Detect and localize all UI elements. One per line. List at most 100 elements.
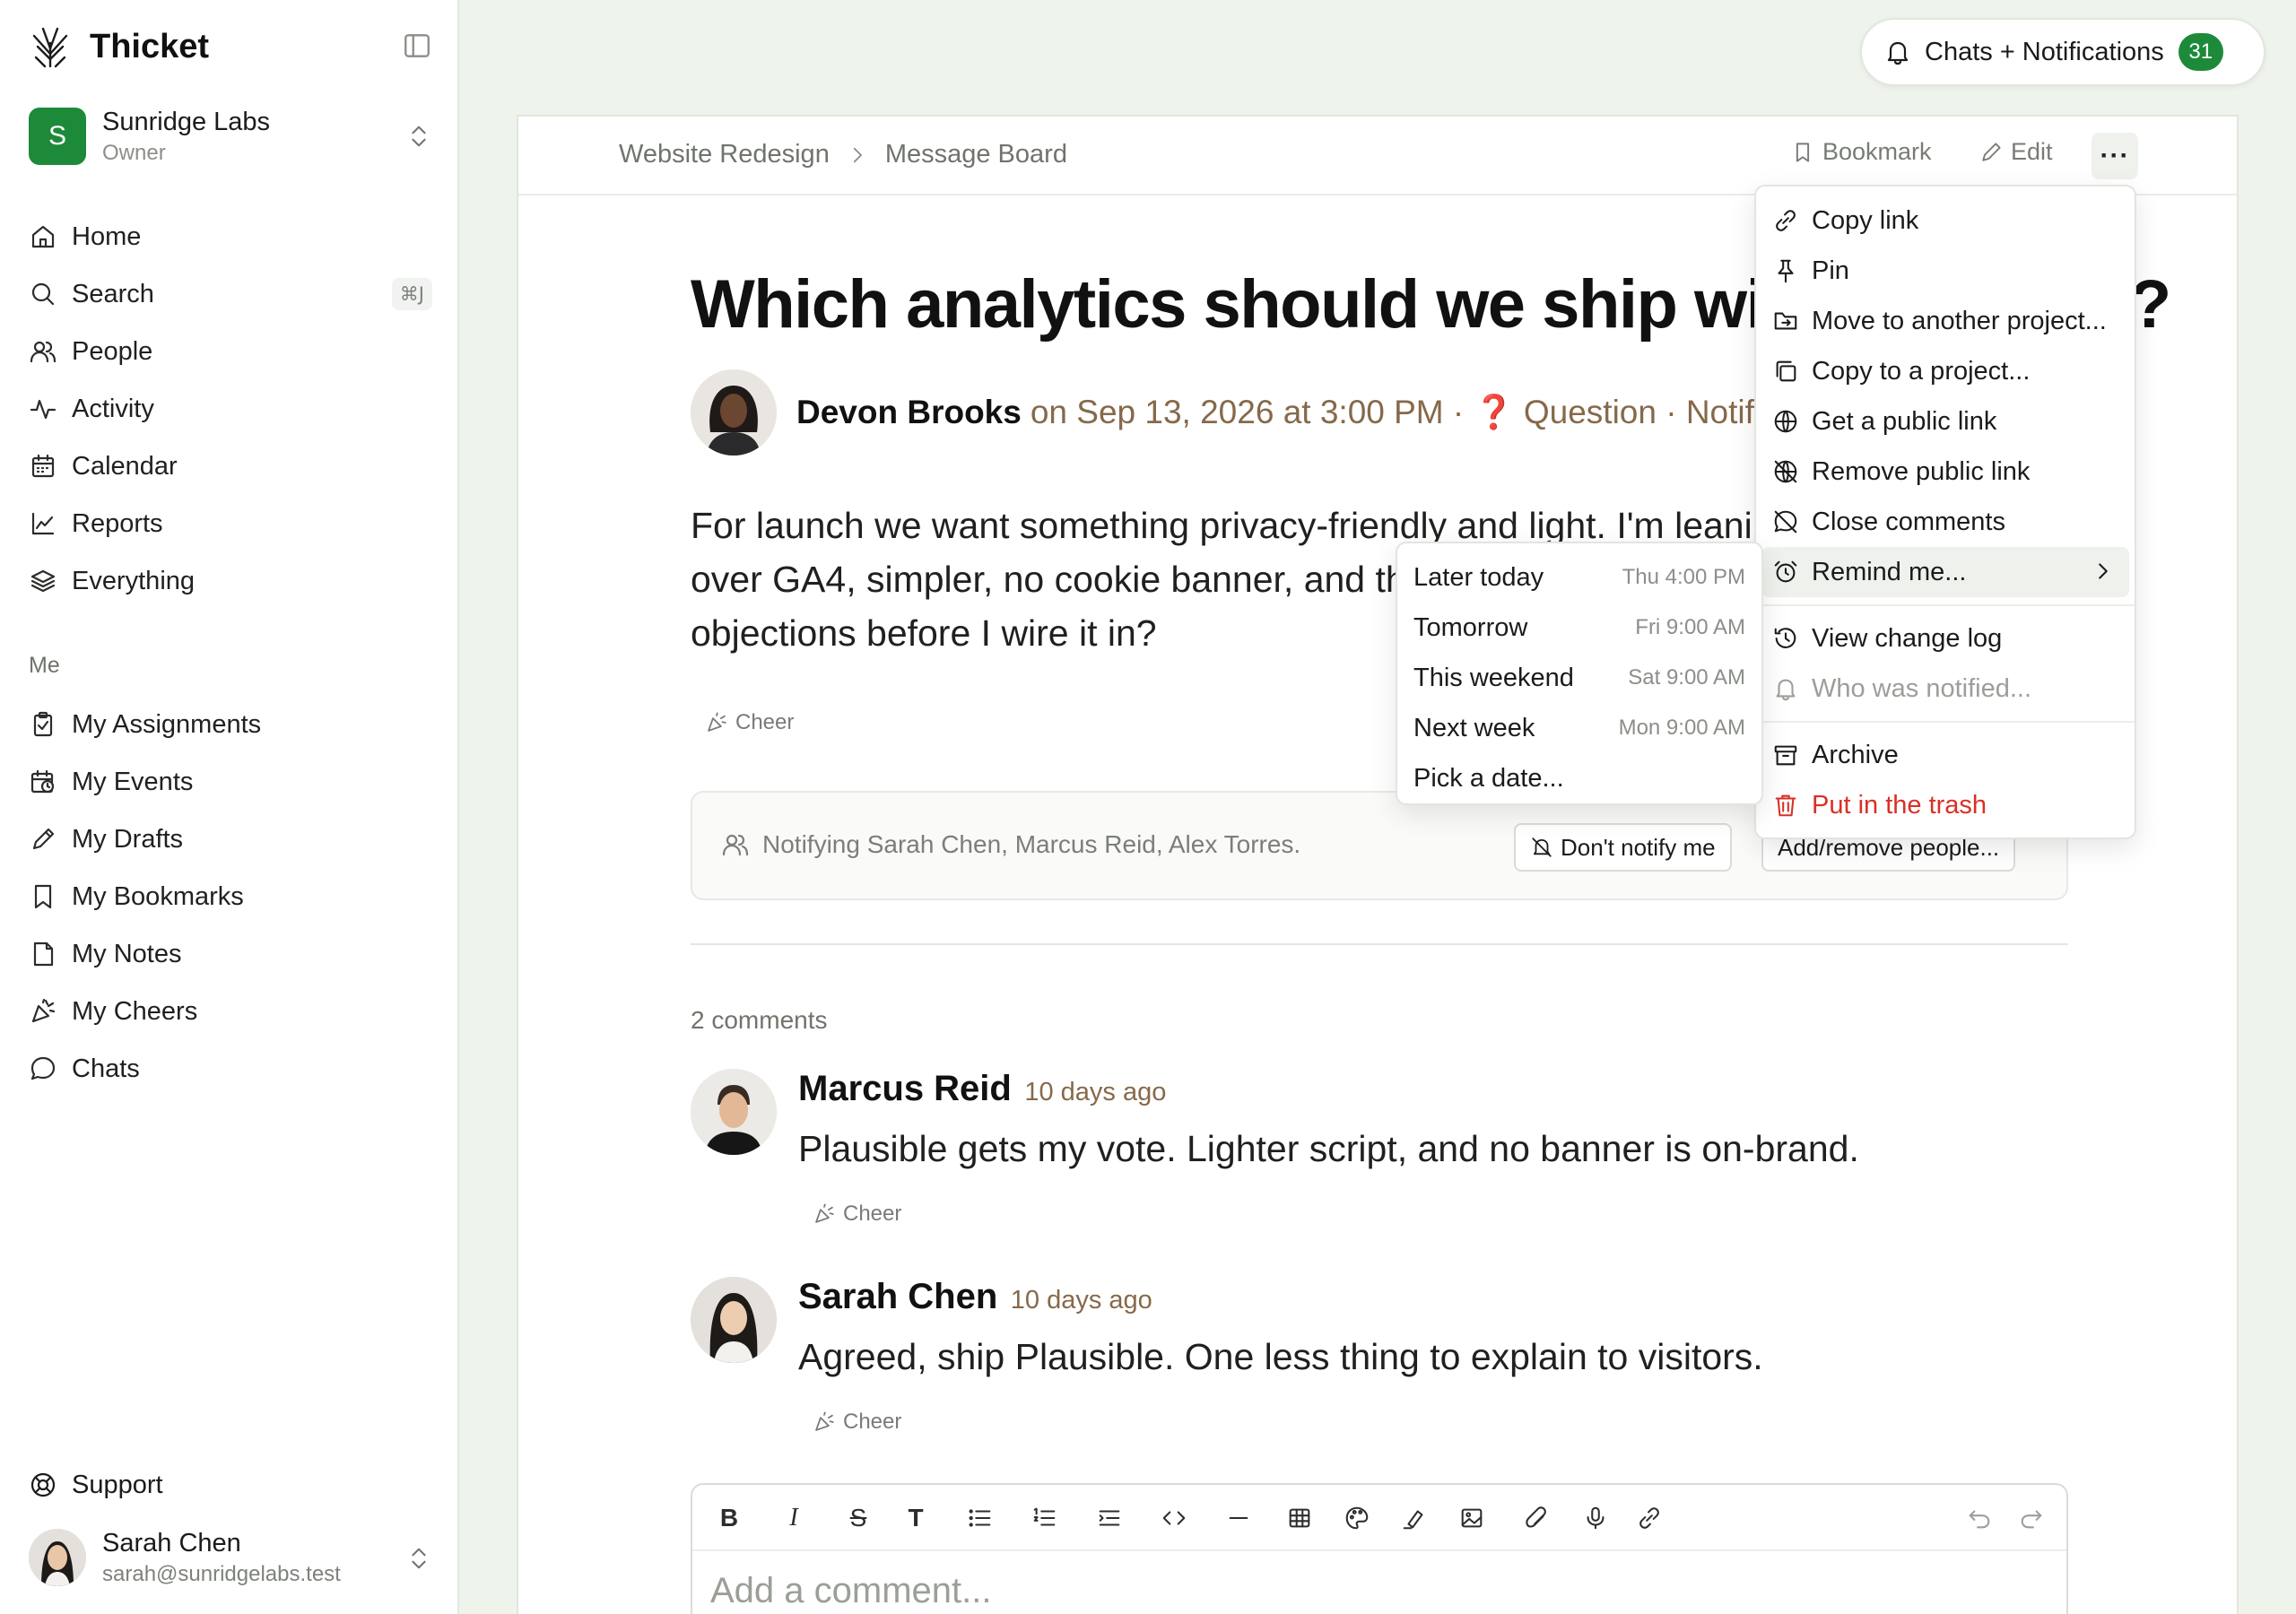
horizontal-rule-icon[interactable] — [1223, 1503, 1254, 1533]
table-icon[interactable] — [1284, 1503, 1315, 1533]
palette-icon[interactable] — [1342, 1503, 1372, 1533]
menu-copy-to[interactable]: Copy to a project... — [1761, 346, 2129, 396]
cheer-label: Cheer — [735, 710, 795, 734]
nav-support[interactable]: Support — [29, 1456, 163, 1514]
paperclip-icon[interactable] — [1521, 1503, 1552, 1533]
comment-author[interactable]: Marcus Reid — [798, 1069, 1012, 1108]
bookmark-button[interactable]: Bookmark — [1790, 138, 1932, 166]
dont-notify-button[interactable]: Don't notify me — [1514, 823, 1732, 872]
highlighter-icon[interactable] — [1399, 1503, 1430, 1533]
undo-icon[interactable] — [1964, 1503, 1995, 1533]
comment-input[interactable]: Add a comment... — [710, 1571, 991, 1611]
sidebar-toggle-icon[interactable] — [402, 30, 432, 61]
avatar — [691, 369, 777, 456]
bell-icon — [1776, 679, 1796, 701]
menu-close-comments[interactable]: Close comments — [1761, 497, 2129, 547]
cheer-button[interactable]: Cheer — [813, 1410, 901, 1435]
bookmark-icon — [1796, 142, 1810, 162]
menu-move[interactable]: Move to another project... — [1761, 296, 2129, 346]
menu-change-log[interactable]: View change log — [1761, 613, 2129, 664]
avatar — [691, 1069, 777, 1155]
nav-everything[interactable]: Everything — [29, 552, 432, 610]
cheer-button[interactable]: Cheer — [813, 1202, 901, 1227]
nav-my-bookmarks[interactable]: My Bookmarks — [29, 868, 432, 925]
menu-move-label: Move to another project... — [1812, 306, 2107, 335]
user-name: Sarah Chen — [102, 1528, 241, 1558]
copy-icon — [1776, 360, 1796, 382]
menu-copy-link[interactable]: Copy link — [1761, 195, 2129, 246]
remind-option-label: Tomorrow — [1413, 612, 1528, 642]
menu-archive[interactable]: Archive — [1761, 730, 2129, 780]
code-icon[interactable] — [1159, 1503, 1189, 1533]
more-options-button[interactable]: ··· — [2092, 133, 2138, 179]
nav-calendar[interactable]: Calendar — [29, 438, 432, 495]
nav-my-events[interactable]: My Events — [29, 753, 432, 811]
heading-icon[interactable]: T — [900, 1503, 931, 1533]
pencil-icon — [32, 828, 55, 850]
breadcrumb-section[interactable]: Message Board — [885, 140, 1067, 169]
chat-off-icon — [1774, 510, 1797, 534]
comment-time: 10 days ago — [1010, 1286, 1152, 1315]
breadcrumb-project[interactable]: Website Redesign — [619, 140, 830, 169]
menu-remove-public-label: Remove public link — [1812, 456, 2031, 486]
menu-who-notified[interactable]: Who was notified... — [1761, 664, 2129, 714]
user-menu[interactable]: Sarah Chen sarah@sunridgelabs.test — [29, 1524, 432, 1591]
microphone-icon[interactable] — [1580, 1503, 1611, 1533]
nav-my-drafts-label: My Drafts — [72, 824, 184, 854]
menu-change-log-label: View change log — [1812, 623, 2003, 653]
org-switcher[interactable]: S Sunridge Labs Owner — [29, 106, 432, 167]
org-name: Sunridge Labs — [102, 107, 271, 136]
menu-pin[interactable]: Pin — [1761, 246, 2129, 296]
italic-icon[interactable]: I — [778, 1503, 809, 1533]
edit-button[interactable]: Edit — [1979, 138, 2053, 166]
cheer-button[interactable]: Cheer — [705, 710, 794, 735]
nav-reports[interactable]: Reports — [29, 495, 432, 552]
remind-option[interactable]: Next week Mon 9:00 AM — [1403, 703, 1756, 753]
remind-option[interactable]: Tomorrow Fri 9:00 AM — [1403, 603, 1756, 653]
numbered-list-icon[interactable] — [1030, 1503, 1060, 1533]
menu-remind[interactable]: Remind me... — [1761, 547, 2129, 597]
bullet-list-icon[interactable] — [965, 1503, 996, 1533]
bold-icon[interactable]: B — [714, 1503, 744, 1533]
nav-my-drafts[interactable]: My Drafts — [29, 811, 432, 868]
app-name: Thicket — [90, 27, 210, 65]
menu-public-link[interactable]: Get a public link — [1761, 396, 2129, 447]
image-icon[interactable] — [1457, 1503, 1487, 1533]
nav-activity[interactable]: Activity — [29, 380, 432, 438]
link-icon[interactable] — [1634, 1503, 1665, 1533]
calendar-icon — [31, 454, 55, 478]
nav-chats[interactable]: Chats — [29, 1040, 432, 1098]
post-author[interactable]: Devon Brooks — [796, 394, 1022, 431]
brand[interactable]: Thicket — [27, 23, 209, 70]
menu-trash[interactable]: Put in the trash — [1761, 780, 2129, 830]
nav-my-assignments[interactable]: My Assignments — [29, 696, 432, 753]
nav-people[interactable]: People — [29, 323, 432, 380]
nav-my-cheers[interactable]: My Cheers — [29, 983, 432, 1040]
nav-home[interactable]: Home — [29, 208, 432, 265]
pin-icon — [1778, 259, 1794, 283]
menu-remove-public[interactable]: Remove public link — [1761, 447, 2129, 497]
clipboard-check-icon — [33, 711, 53, 737]
nav-my-events-label: My Events — [72, 767, 194, 796]
remind-option[interactable]: Pick a date... — [1403, 753, 1756, 803]
remind-option-time: Mon 9:00 AM — [1618, 716, 1745, 740]
me-section-label: Me — [29, 653, 60, 678]
nav-my-notes[interactable]: My Notes — [29, 925, 432, 983]
party-popper-icon — [815, 1203, 834, 1223]
nav-search[interactable]: Search ⌘J — [29, 265, 432, 323]
indent-icon[interactable] — [1094, 1503, 1125, 1533]
post-meta: Devon Brooks on Sep 13, 2026 at 3:00 PM … — [691, 369, 1935, 456]
chats-notifications-button[interactable]: Chats + Notifications 31 — [1860, 18, 2266, 86]
home-icon — [31, 225, 55, 248]
comment-author[interactable]: Sarah Chen — [798, 1277, 997, 1316]
remind-option[interactable]: This weekend Sat 9:00 AM — [1403, 653, 1756, 703]
remind-option[interactable]: Later today Thu 4:00 PM — [1403, 552, 1756, 603]
redo-icon[interactable] — [2016, 1503, 2047, 1533]
comment-time: 10 days ago — [1024, 1078, 1167, 1106]
notifications-count-badge: 31 — [2178, 33, 2223, 71]
remind-option-label: This weekend — [1413, 663, 1574, 692]
strikethrough-icon[interactable]: S — [843, 1503, 874, 1533]
nav-home-label: Home — [72, 221, 142, 251]
people-icon — [722, 834, 749, 856]
search-icon — [31, 282, 55, 306]
